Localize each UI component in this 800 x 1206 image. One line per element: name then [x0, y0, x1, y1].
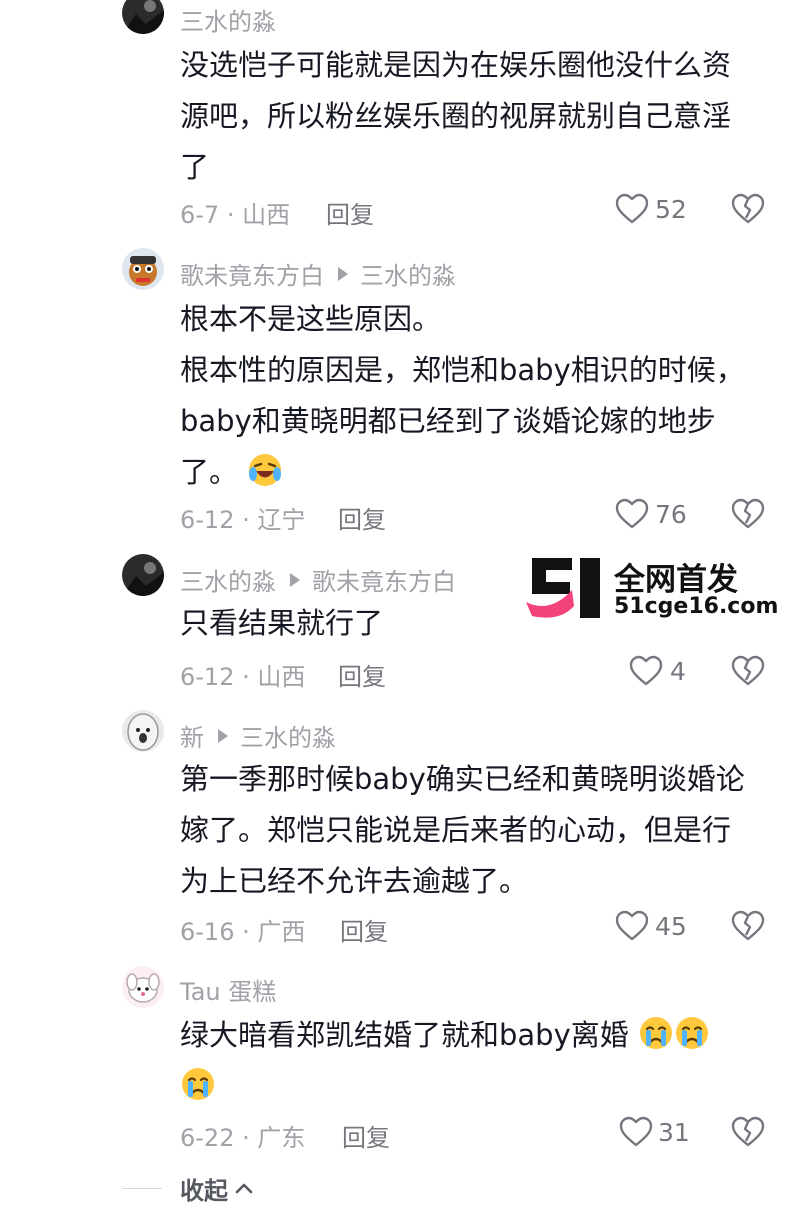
date-location: 6-12 · 辽宁: [180, 506, 306, 534]
comment-text-line: 为上已经不允许去逾越了。: [180, 864, 529, 898]
crying-emoji: [675, 1017, 708, 1049]
comment-meta: 6-12 · 辽宁 回复 76: [180, 498, 800, 535]
heart-outline-icon[interactable]: [628, 653, 664, 689]
heart-outline-icon[interactable]: [618, 1114, 654, 1150]
watermark-site: 51cge16.com: [614, 594, 779, 619]
like-count: 52: [655, 195, 687, 224]
play-arrow-icon: [338, 266, 348, 281]
reply-button[interactable]: 回复: [342, 1118, 390, 1153]
comment-header: 三水的淼: [180, 2, 276, 37]
author-name[interactable]: 新: [180, 718, 204, 753]
date-location: 6-22 · 广东: [180, 1124, 306, 1152]
watermark-title: 全网首发: [614, 562, 738, 598]
comment-text-line: 第一季那时候baby确实已经和黄晓明谈婚论: [180, 762, 745, 796]
like-count: 76: [655, 500, 687, 529]
heart-outline-icon[interactable]: [614, 191, 650, 227]
author-name[interactable]: 三水的淼: [180, 562, 276, 597]
watermark: 全网首发 51cge16.com: [524, 554, 794, 626]
crying-emoji: [182, 1068, 214, 1100]
comment-header: Tau 蛋糕: [180, 972, 276, 1007]
collapse-label: 收起: [180, 1176, 228, 1205]
divider: [122, 1187, 162, 1189]
comment-text-line: 没选恺子可能就是因为在娱乐圈他没什么资: [180, 48, 732, 82]
broken-heart-icon[interactable]: [730, 1114, 766, 1150]
reply-button[interactable]: 回复: [338, 657, 386, 692]
heart-outline-icon[interactable]: [614, 908, 650, 944]
comment-text-line: baby和黄晓明都已经到了谈婚论嫁的地步: [180, 404, 716, 438]
date-location: 6-7 · 山西: [180, 201, 291, 229]
comment-body: 第一季那时候baby确实已经和黄晓明谈婚论 嫁了。郑恺只能说是后来者的心动，但是…: [180, 754, 770, 907]
avatar[interactable]: [122, 248, 164, 290]
author-name[interactable]: Tau 蛋糕: [180, 972, 276, 1007]
avatar[interactable]: [122, 554, 164, 596]
reply-button[interactable]: 回复: [338, 500, 386, 535]
comment-text-line: [180, 1061, 770, 1112]
author-name[interactable]: 三水的淼: [180, 2, 276, 37]
comment-text-line: 源吧，所以粉丝娱乐圈的视屏就别自己意淫: [180, 99, 732, 133]
chevron-up-icon: [235, 1183, 253, 1194]
author-name[interactable]: 歌未竟东方白: [180, 256, 324, 291]
like-count: 31: [658, 1118, 690, 1147]
avatar[interactable]: [122, 0, 164, 34]
broken-heart-icon[interactable]: [730, 653, 766, 689]
comment-body: 绿大暗看郑凯结婚了就和baby离婚: [180, 1010, 770, 1112]
reply-to-name[interactable]: 三水的淼: [360, 256, 456, 291]
collapse-replies-button[interactable]: 收起: [122, 1172, 254, 1205]
comment-text-line: 绿大暗看郑凯结婚了就和baby离婚: [180, 1010, 770, 1061]
play-arrow-icon: [218, 728, 228, 743]
comment-meta: 6-7 · 山西 回复 52: [180, 193, 800, 230]
comment-header: 三水的淼 歌未竟东方白: [180, 562, 456, 597]
crying-emoji: [639, 1017, 672, 1049]
reply-button[interactable]: 回复: [340, 912, 388, 947]
reply-button[interactable]: 回复: [326, 195, 374, 230]
laughing-crying-emoji: [249, 454, 282, 486]
broken-heart-icon[interactable]: [730, 908, 766, 944]
date-location: 6-16 · 广西: [180, 918, 306, 946]
comment-text-line: 嫁了。郑恺只能说是后来者的心动，但是行: [180, 813, 732, 847]
comment-meta: 6-22 · 广东 回复 31: [180, 1116, 800, 1153]
avatar[interactable]: [122, 966, 164, 1008]
reply-to-name[interactable]: 歌未竟东方白: [312, 562, 456, 597]
comment-header: 歌未竟东方白 三水的淼: [180, 256, 456, 291]
comment-text-line: 了。: [180, 447, 770, 498]
comment-text-line: 根本性的原因是，郑恺和baby相识的时候，: [180, 353, 745, 387]
heart-outline-icon[interactable]: [614, 496, 650, 532]
like-count: 45: [655, 912, 687, 941]
play-arrow-icon: [290, 572, 300, 587]
comment-text-line: 了: [180, 150, 210, 184]
broken-heart-icon[interactable]: [730, 496, 766, 532]
watermark-logo: [526, 558, 600, 618]
comment-text-line: 根本不是这些原因。: [180, 302, 442, 336]
comment-meta: 6-12 · 山西 回复 4: [180, 655, 800, 692]
broken-heart-icon[interactable]: [730, 191, 766, 227]
date-location: 6-12 · 山西: [180, 663, 306, 691]
comment-body: 没选恺子可能就是因为在娱乐圈他没什么资 源吧，所以粉丝娱乐圈的视屏就别自己意淫 …: [180, 40, 770, 193]
avatar[interactable]: [122, 710, 164, 752]
reply-to-name[interactable]: 三水的淼: [240, 718, 336, 753]
like-count: 4: [670, 657, 686, 686]
comment-header: 新 三水的淼: [180, 718, 336, 753]
comment-body: 根本不是这些原因。 根本性的原因是，郑恺和baby相识的时候， baby和黄晓明…: [180, 294, 770, 498]
comment-meta: 6-16 · 广西 回复 45: [180, 910, 800, 947]
